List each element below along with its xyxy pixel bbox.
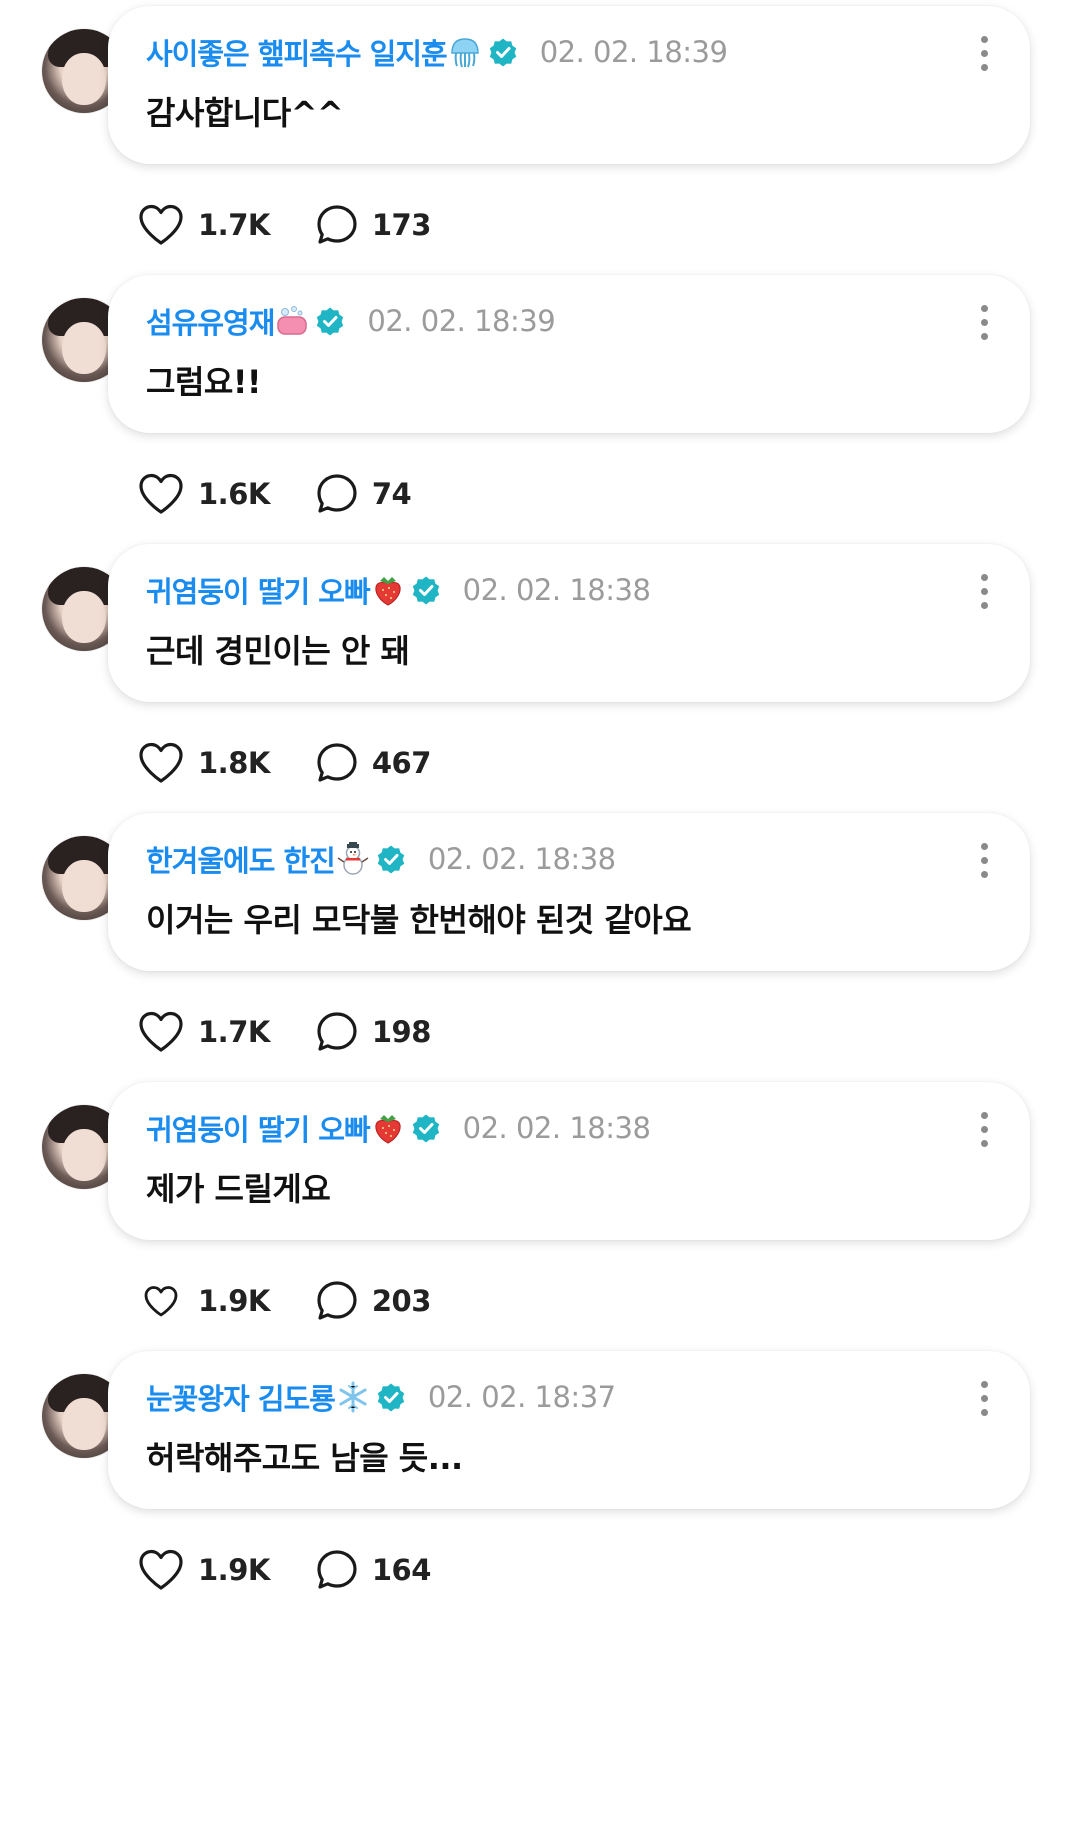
like-count: 1.9K [198, 1284, 270, 1318]
like-button[interactable]: 1.9K [138, 1549, 270, 1591]
comment-header: 귀염둥이 딸기 오빠 02. 02. 18:38 [146, 570, 950, 610]
jellyfish-icon [448, 35, 482, 69]
strawberry-icon [371, 573, 405, 607]
reply-button[interactable]: 467 [316, 742, 431, 784]
reply-count: 198 [371, 1015, 432, 1049]
author-name[interactable]: 귀염둥이 딸기 오빠 [146, 1107, 371, 1149]
speech-bubble-icon [317, 743, 357, 782]
like-count: 1.6K [198, 477, 270, 511]
comment-header: 귀염둥이 딸기 오빠 02. 02. 18:38 [146, 1108, 950, 1148]
comment-text: 허락해주고도 남을 듯... [146, 1439, 463, 1477]
snowman-icon [336, 841, 370, 876]
soap-icon [275, 304, 309, 338]
reply-count: 164 [371, 1553, 432, 1587]
like-button[interactable]: 1.7K [138, 1011, 270, 1053]
heart-icon [139, 1011, 183, 1052]
reply-count: 203 [371, 1284, 432, 1318]
heart-icon [139, 742, 183, 783]
comment-text: 감사합니다^^ [146, 94, 344, 132]
more-options-icon[interactable] [980, 36, 988, 72]
comment-actions: 1.7K 173 [138, 200, 477, 250]
more-options-icon[interactable] [980, 305, 988, 341]
verified-badge-icon [411, 1113, 441, 1143]
reply-count: 467 [371, 746, 432, 780]
timestamp: 02. 02. 18:39 [539, 35, 728, 69]
more-options-icon[interactable] [980, 1112, 988, 1148]
comment-bubble: 귀염둥이 딸기 오빠 02. 02. 18:38 제가 드릴게요 [108, 1082, 1030, 1240]
comment-text: 이거는 우리 모닥불 한번해야 된것 같아요 [146, 901, 692, 939]
timestamp: 02. 02. 18:38 [462, 573, 651, 607]
snowflake-icon [336, 1380, 370, 1414]
author-name[interactable]: 눈꽃왕자 김도룡 [146, 1376, 336, 1418]
comment-item: 눈꽃왕자 김도룡 02. 02. 18:37 허락해주고도 남을 듯... 1.… [0, 1345, 1080, 1655]
heart-icon [139, 1549, 183, 1590]
timestamp: 02. 02. 18:38 [462, 1111, 651, 1145]
comment-header: 한겨울에도 한진 02. 02. 18:38 [146, 839, 950, 879]
like-button[interactable]: 1.6K [138, 473, 270, 515]
more-options-icon[interactable] [980, 843, 988, 879]
reply-count: 74 [371, 477, 412, 511]
comment-header: 눈꽃왕자 김도룡 02. 02. 18:37 [146, 1377, 950, 1417]
comment-bubble: 귀염둥이 딸기 오빠 02. 02. 18:38 근데 경민이는 안 돼 [108, 544, 1030, 702]
author-name[interactable]: 사이좋은 햎피촉수 일지훈 [146, 31, 448, 73]
comment-text: 제가 드릴게요 [146, 1170, 331, 1208]
comment-actions: 1.9K 203 [138, 1276, 477, 1326]
reply-button[interactable]: 74 [316, 473, 412, 515]
comment-text: 그럼요!! [146, 363, 262, 401]
comment-header: 섬유유영재 02. 02. 18:39 [146, 301, 950, 341]
verified-badge-icon [376, 1382, 406, 1412]
reply-count: 173 [371, 208, 432, 242]
comment-actions: 1.6K 74 [138, 469, 457, 519]
author-name[interactable]: 한겨울에도 한진 [146, 838, 336, 880]
comment-item: 귀염둥이 딸기 오빠 02. 02. 18:38 제가 드릴게요 1.9K 20… [0, 1076, 1080, 1386]
comment-text: 근데 경민이는 안 돼 [146, 632, 410, 670]
reply-button[interactable]: 203 [316, 1280, 431, 1322]
like-count: 1.7K [198, 1015, 270, 1049]
heart-icon [139, 473, 183, 514]
timestamp: 02. 02. 18:39 [367, 304, 556, 338]
speech-bubble-icon [317, 1281, 357, 1320]
author-name[interactable]: 귀염둥이 딸기 오빠 [146, 569, 371, 611]
speech-bubble-icon [317, 474, 357, 513]
verified-badge-icon [315, 306, 345, 336]
speech-bubble-icon [317, 1012, 357, 1051]
verified-badge-icon [488, 37, 518, 67]
comment-bubble: 섬유유영재 02. 02. 18:39 그럼요!! [108, 275, 1030, 433]
comment-header: 사이좋은 햎피촉수 일지훈 02. 02. 18:39 [146, 32, 950, 72]
like-count: 1.7K [198, 208, 270, 242]
like-button[interactable]: 1.7K [138, 204, 270, 246]
reply-button[interactable]: 198 [316, 1011, 431, 1053]
comment-bubble: 눈꽃왕자 김도룡 02. 02. 18:37 허락해주고도 남을 듯... [108, 1351, 1030, 1509]
heart-icon [144, 1286, 178, 1317]
like-button[interactable]: 1.8K [138, 742, 270, 784]
timestamp: 02. 02. 18:38 [427, 842, 616, 876]
comment-item: 한겨울에도 한진 02. 02. 18:38 이거는 우리 모닥불 한번해야 된… [0, 807, 1080, 1117]
more-options-icon[interactable] [980, 574, 988, 610]
like-button[interactable]: 1.9K [138, 1280, 270, 1322]
verified-badge-icon [411, 575, 441, 605]
author-name[interactable]: 섬유유영재 [146, 300, 275, 342]
comment-actions: 1.7K 198 [138, 1007, 477, 1057]
comment-actions: 1.9K 164 [138, 1545, 477, 1595]
verified-badge-icon [376, 844, 406, 874]
comment-feed: 사이좋은 햎피촉수 일지훈 02. 02. 18:39 감사합니다^^ 1.7K… [0, 0, 1080, 1830]
heart-icon [139, 204, 183, 245]
comment-item: 귀염둥이 딸기 오빠 02. 02. 18:38 근데 경민이는 안 돼 1.8… [0, 538, 1080, 848]
strawberry-icon [371, 1111, 405, 1145]
more-options-icon[interactable] [980, 1381, 988, 1417]
comment-bubble: 사이좋은 햎피촉수 일지훈 02. 02. 18:39 감사합니다^^ [108, 6, 1030, 164]
like-count: 1.8K [198, 746, 270, 780]
like-count: 1.9K [198, 1553, 270, 1587]
reply-button[interactable]: 164 [316, 1549, 431, 1591]
comment-item: 사이좋은 햎피촉수 일지훈 02. 02. 18:39 감사합니다^^ 1.7K… [0, 0, 1080, 310]
speech-bubble-icon [317, 1550, 357, 1589]
comment-actions: 1.8K 467 [138, 738, 477, 788]
speech-bubble-icon [317, 205, 357, 244]
reply-button[interactable]: 173 [316, 204, 431, 246]
comment-bubble: 한겨울에도 한진 02. 02. 18:38 이거는 우리 모닥불 한번해야 된… [108, 813, 1030, 971]
comment-item: 섬유유영재 02. 02. 18:39 그럼요!! 1.6K 74 [0, 269, 1080, 579]
timestamp: 02. 02. 18:37 [427, 1380, 616, 1414]
